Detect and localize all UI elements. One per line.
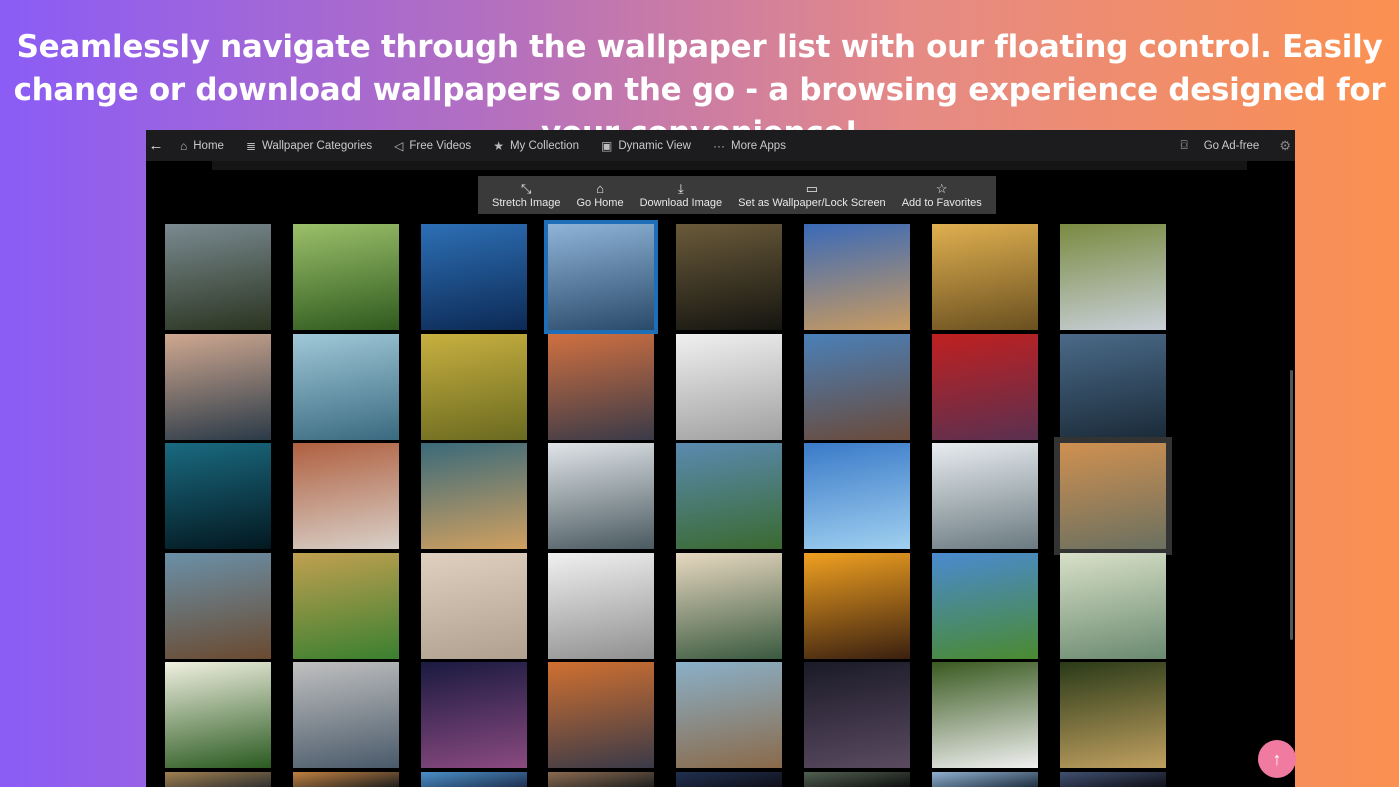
control-label: Download Image xyxy=(640,197,723,209)
wallpaper-thumbnail[interactable] xyxy=(293,443,399,549)
wallpaper-thumbnail[interactable] xyxy=(165,334,271,440)
nav-label: Dynamic View xyxy=(618,140,691,152)
control-icon: ☆ xyxy=(936,181,948,197)
wallpaper-thumbnail[interactable] xyxy=(421,772,527,787)
wallpaper-thumbnail[interactable] xyxy=(932,662,1038,768)
wallpaper-thumbnail[interactable] xyxy=(293,224,399,330)
nav-icon: ◁ xyxy=(394,139,403,153)
control-icon: ▭ xyxy=(806,181,818,197)
nav-icon: ▣ xyxy=(601,139,612,153)
nav-icon: ⌂ xyxy=(180,139,187,153)
nav-icon: ★ xyxy=(493,139,504,153)
control-label: Stretch Image xyxy=(492,197,560,209)
floating-control: ⤡Stretch Image⌂Go Home⤓Download Image▭Se… xyxy=(478,176,996,214)
stretch-image-button[interactable]: ⤡Stretch Image xyxy=(484,181,568,209)
control-icon: ⤡ xyxy=(521,181,531,197)
wallpaper-thumbnail[interactable] xyxy=(932,334,1038,440)
wallpaper-thumbnail[interactable] xyxy=(548,772,654,787)
download-image-button[interactable]: ⤓Download Image xyxy=(632,181,731,209)
wallpaper-thumbnail[interactable] xyxy=(293,334,399,440)
set-as-wallpaper-lock-screen-button[interactable]: ▭Set as Wallpaper/Lock Screen xyxy=(730,181,894,209)
settings-gear-icon[interactable]: ⚙ xyxy=(1279,138,1291,154)
nav-label: Wallpaper Categories xyxy=(262,140,372,152)
nav-label: Free Videos xyxy=(409,140,471,152)
nav-item-wallpaper-categories[interactable]: ≣ Wallpaper Categories xyxy=(246,139,372,153)
wallpaper-thumbnail[interactable] xyxy=(804,553,910,659)
nav-icon: ≣ xyxy=(246,139,256,153)
wallpaper-thumbnail[interactable] xyxy=(421,443,527,549)
wallpaper-thumbnail[interactable] xyxy=(676,662,782,768)
wallpaper-thumbnail[interactable] xyxy=(165,443,271,549)
wallpaper-thumbnail[interactable] xyxy=(676,553,782,659)
go-home-button[interactable]: ⌂Go Home xyxy=(568,181,631,209)
top-nav: ← ⌂ Home ≣ Wallpaper Categories ◁ Free Videos… xyxy=(146,130,1295,161)
control-icon: ⌂ xyxy=(596,181,604,197)
wallpaper-thumbnail[interactable] xyxy=(1060,224,1166,330)
scroll-to-top-button[interactable]: ↑ xyxy=(1258,740,1296,778)
go-ad-free-label: Go Ad-free xyxy=(1204,140,1260,152)
wallpaper-thumbnail[interactable] xyxy=(548,662,654,768)
wallpaper-thumbnail[interactable] xyxy=(165,553,271,659)
wallpaper-thumbnail[interactable] xyxy=(676,224,782,330)
nav-item-more-apps[interactable]: ··· More Apps xyxy=(713,139,786,153)
control-label: Add to Favorites xyxy=(902,197,982,209)
wallpaper-thumbnail[interactable] xyxy=(165,772,271,787)
wallpaper-thumbnail[interactable] xyxy=(1060,662,1166,768)
control-icon: ⤓ xyxy=(678,181,684,197)
wallpaper-thumbnail[interactable] xyxy=(804,443,910,549)
wallpaper-thumbnail[interactable] xyxy=(1060,443,1166,549)
wallpaper-thumbnail[interactable] xyxy=(548,334,654,440)
wallpaper-thumbnail[interactable] xyxy=(804,224,910,330)
nav-shadow-bar xyxy=(212,161,1247,170)
wallpaper-thumbnail[interactable] xyxy=(421,224,527,330)
back-arrow-icon[interactable]: ← xyxy=(146,137,166,154)
ad-free-icon: ⌼ xyxy=(1181,138,1188,153)
wallpaper-thumbnail[interactable] xyxy=(165,662,271,768)
wallpaper-thumbnail[interactable] xyxy=(548,224,654,330)
nav-icon: ··· xyxy=(713,139,725,153)
scrollbar[interactable] xyxy=(1290,370,1293,640)
add-to-favorites-button[interactable]: ☆Add to Favorites xyxy=(894,181,990,209)
control-label: Go Home xyxy=(576,197,623,209)
wallpaper-thumbnail[interactable] xyxy=(676,334,782,440)
wallpaper-thumbnail[interactable] xyxy=(293,662,399,768)
nav-label: More Apps xyxy=(731,140,786,152)
wallpaper-thumbnail[interactable] xyxy=(804,662,910,768)
wallpaper-thumbnail[interactable] xyxy=(1060,334,1166,440)
app-window: ← ⌂ Home ≣ Wallpaper Categories ◁ Free Videos… xyxy=(146,130,1295,787)
wallpaper-thumbnail[interactable] xyxy=(548,553,654,659)
wallpaper-thumbnail[interactable] xyxy=(293,553,399,659)
wallpaper-thumbnail[interactable] xyxy=(932,443,1038,549)
wallpaper-thumbnail[interactable] xyxy=(293,772,399,787)
wallpaper-thumbnail[interactable] xyxy=(421,553,527,659)
wallpaper-thumbnail[interactable] xyxy=(676,772,782,787)
wallpaper-thumbnail[interactable] xyxy=(165,224,271,330)
wallpaper-thumbnail[interactable] xyxy=(421,662,527,768)
control-label: Set as Wallpaper/Lock Screen xyxy=(738,197,886,209)
nav-item-dynamic-view[interactable]: ▣ Dynamic View xyxy=(601,139,691,153)
wallpaper-thumbnail[interactable] xyxy=(1060,553,1166,659)
nav-item-free-videos[interactable]: ◁ Free Videos xyxy=(394,139,471,153)
wallpaper-thumbnail[interactable] xyxy=(932,772,1038,787)
go-ad-free-button[interactable]: ⌼ Go Ad-free xyxy=(1181,138,1260,153)
wallpaper-thumbnail[interactable] xyxy=(932,224,1038,330)
wallpaper-thumbnail[interactable] xyxy=(932,553,1038,659)
wallpaper-thumbnail[interactable] xyxy=(804,772,910,787)
nav-label: My Collection xyxy=(510,140,579,152)
wallpaper-thumbnail[interactable] xyxy=(804,334,910,440)
wallpaper-thumbnail[interactable] xyxy=(421,334,527,440)
wallpaper-thumbnail[interactable] xyxy=(676,443,782,549)
wallpaper-thumbnail[interactable] xyxy=(548,443,654,549)
nav-label: Home xyxy=(193,140,224,152)
nav-item-my-collection[interactable]: ★ My Collection xyxy=(493,139,579,153)
wallpaper-thumbnail[interactable] xyxy=(1060,772,1166,787)
arrow-up-icon: ↑ xyxy=(1273,749,1282,770)
nav-item-home[interactable]: ⌂ Home xyxy=(180,139,224,153)
